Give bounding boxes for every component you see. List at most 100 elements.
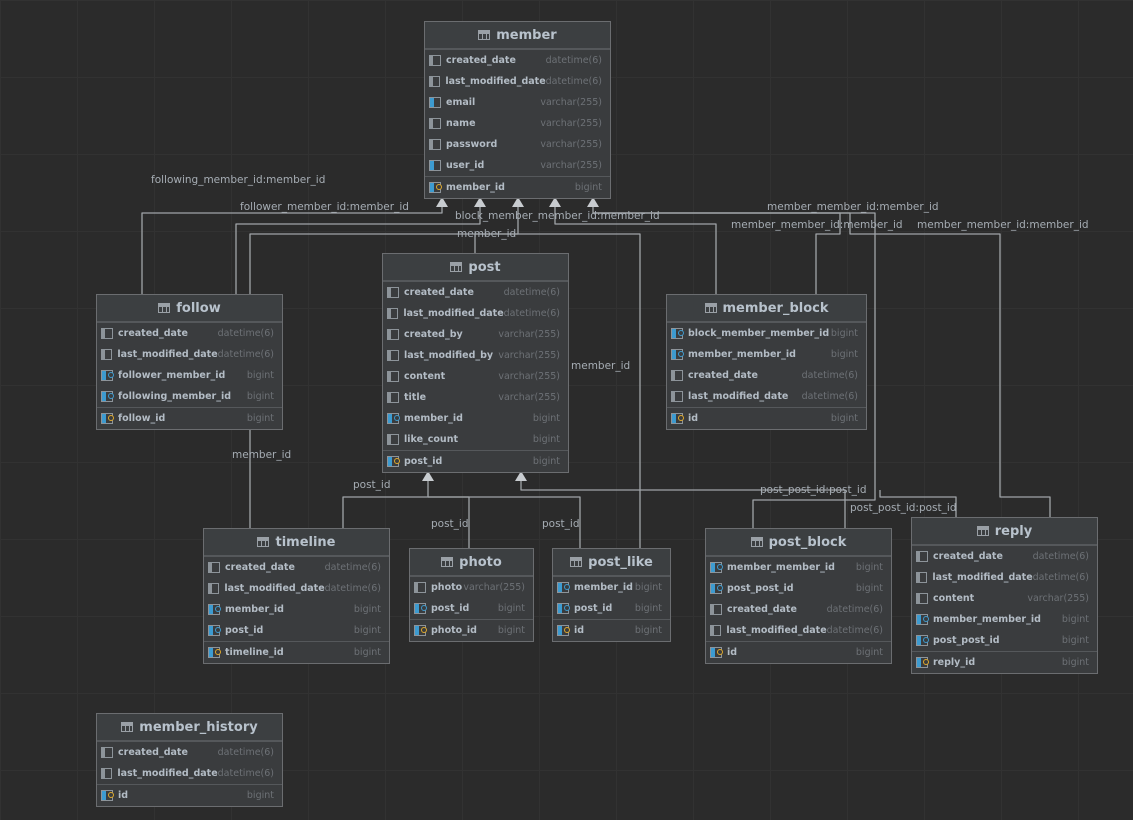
column-row[interactable]: member_member_id bigint [667, 344, 866, 365]
table-post-like[interactable]: post_like member_id bigint post_id bigint id b… [552, 548, 671, 642]
column-name: last_modified_date [726, 625, 827, 636]
column-name: id [688, 413, 699, 424]
column-name: follow_id [118, 413, 166, 424]
table-header[interactable]: member [425, 22, 610, 50]
table-member[interactable]: member created_date datetime(6) last_modifi… [424, 21, 611, 199]
column-row[interactable]: follower_member_id bigint [97, 365, 282, 386]
relation-label: post_id [353, 479, 391, 491]
table-follow[interactable]: follow created_date datetime(6) last_modifi… [96, 294, 283, 430]
column-row[interactable]: id bigint [97, 784, 282, 806]
column-row[interactable]: created_date datetime(6) [912, 546, 1097, 567]
column-name: member_id [574, 582, 633, 593]
column-row[interactable]: content varchar(255) [383, 366, 568, 387]
column-row[interactable]: last_modified_date datetime(6) [667, 386, 866, 407]
column-row[interactable]: photo varchar(255) [410, 577, 533, 598]
column-type: varchar(255) [540, 139, 602, 150]
column-name: follower_member_id [118, 370, 226, 381]
table-header[interactable]: post [383, 254, 568, 282]
column-row[interactable]: post_id bigint [204, 620, 389, 641]
column-row[interactable]: content varchar(255) [912, 588, 1097, 609]
column-name: name [446, 118, 476, 129]
column-row[interactable]: post_id bigint [383, 450, 568, 472]
column-row[interactable]: like_count bigint [383, 429, 568, 450]
table-header[interactable]: reply [912, 518, 1097, 546]
column-row[interactable]: last_modified_date datetime(6) [706, 620, 891, 641]
column-row[interactable]: id bigint [706, 641, 891, 663]
column-type: varchar(255) [1027, 593, 1089, 604]
primary-key-icon [208, 647, 221, 658]
table-header[interactable]: photo [410, 549, 533, 577]
column-row[interactable]: name varchar(255) [425, 113, 610, 134]
column-row[interactable]: last_modified_date datetime(6) [383, 303, 568, 324]
column-row[interactable]: member_member_id bigint [706, 557, 891, 578]
table-post-block[interactable]: post_block member_member_id bigint post_pos… [705, 528, 892, 664]
column-row[interactable]: last_modified_by varchar(255) [383, 345, 568, 366]
column-row[interactable]: password varchar(255) [425, 134, 610, 155]
column-type: varchar(255) [540, 160, 602, 171]
column-name: created_date [225, 562, 295, 573]
column-row[interactable]: id bigint [553, 619, 670, 641]
column-icon [387, 329, 399, 340]
column-icon [429, 55, 441, 66]
table-header[interactable]: member_history [97, 714, 282, 742]
column-row[interactable]: email varchar(255) [425, 92, 610, 113]
column-row[interactable]: last_modified_date datetime(6) [97, 344, 282, 365]
column-row[interactable]: reply_id bigint [912, 651, 1097, 673]
column-type: bigint [532, 413, 560, 424]
relation-label: follower_member_id:member_id [240, 201, 409, 213]
column-row[interactable]: created_date datetime(6) [204, 557, 389, 578]
column-row[interactable]: follow_id bigint [97, 407, 282, 429]
column-name: created_date [933, 551, 1003, 562]
column-row[interactable]: created_by varchar(255) [383, 324, 568, 345]
column-type: bigint [855, 562, 883, 573]
table-post[interactable]: post created_date datetime(6) last_modified… [382, 253, 569, 473]
column-type: bigint [855, 647, 883, 658]
column-row[interactable]: block_member_member_id bigint [667, 323, 866, 344]
column-row[interactable]: post_post_id bigint [912, 630, 1097, 651]
column-row[interactable]: created_date datetime(6) [425, 50, 610, 71]
relation-label: post_post_id:post_id [760, 484, 867, 496]
column-name: reply_id [933, 657, 976, 668]
column-row[interactable]: photo_id bigint [410, 619, 533, 641]
column-icon [208, 583, 220, 594]
column-row[interactable]: last_modified_date datetime(6) [425, 71, 610, 92]
column-row[interactable]: post_post_id bigint [706, 578, 891, 599]
column-row[interactable]: post_id bigint [553, 598, 670, 619]
column-row[interactable]: post_id bigint [410, 598, 533, 619]
table-header[interactable]: post_like [553, 549, 670, 577]
column-row[interactable]: member_id bigint [553, 577, 670, 598]
column-row[interactable]: last_modified_date datetime(6) [97, 763, 282, 784]
column-row[interactable]: created_date datetime(6) [706, 599, 891, 620]
column-row[interactable]: created_date datetime(6) [383, 282, 568, 303]
column-row[interactable]: member_id bigint [383, 408, 568, 429]
index-column-icon [429, 160, 441, 171]
column-row[interactable]: title varchar(255) [383, 387, 568, 408]
column-type: bigint [830, 349, 858, 360]
table-header[interactable]: member_block [667, 295, 866, 323]
column-row[interactable]: following_member_id bigint [97, 386, 282, 407]
column-row[interactable]: id bigint [667, 407, 866, 429]
column-row[interactable]: timeline_id bigint [204, 641, 389, 663]
column-row[interactable]: user_id varchar(255) [425, 155, 610, 176]
column-row[interactable]: created_date datetime(6) [97, 323, 282, 344]
column-icon [387, 350, 399, 361]
table-header[interactable]: timeline [204, 529, 389, 557]
table-header[interactable]: post_block [706, 529, 891, 557]
column-name: post_id [574, 603, 613, 614]
column-row[interactable]: member_member_id bigint [912, 609, 1097, 630]
table-member-block[interactable]: member_block block_member_member_id bigint… [666, 294, 867, 430]
table-timeline[interactable]: timeline created_date datetime(6) last_modi… [203, 528, 390, 664]
column-row[interactable]: member_id bigint [425, 176, 610, 198]
column-row[interactable]: created_date datetime(6) [667, 365, 866, 386]
table-photo[interactable]: photo photo varchar(255) post_id bigint photo… [409, 548, 534, 642]
column-row[interactable]: last_modified_date datetime(6) [912, 567, 1097, 588]
column-name: post_id [225, 625, 264, 636]
column-row[interactable]: member_id bigint [204, 599, 389, 620]
column-row[interactable]: created_date datetime(6) [97, 742, 282, 763]
primary-key-icon [671, 413, 684, 424]
table-reply[interactable]: reply created_date datetime(6) last_modifie… [911, 517, 1098, 674]
table-member-history[interactable]: member_history created_date datetime(6) las… [96, 713, 283, 807]
column-name: last_modified_date [117, 768, 218, 779]
column-row[interactable]: last_modified_date datetime(6) [204, 578, 389, 599]
table-header[interactable]: follow [97, 295, 282, 323]
